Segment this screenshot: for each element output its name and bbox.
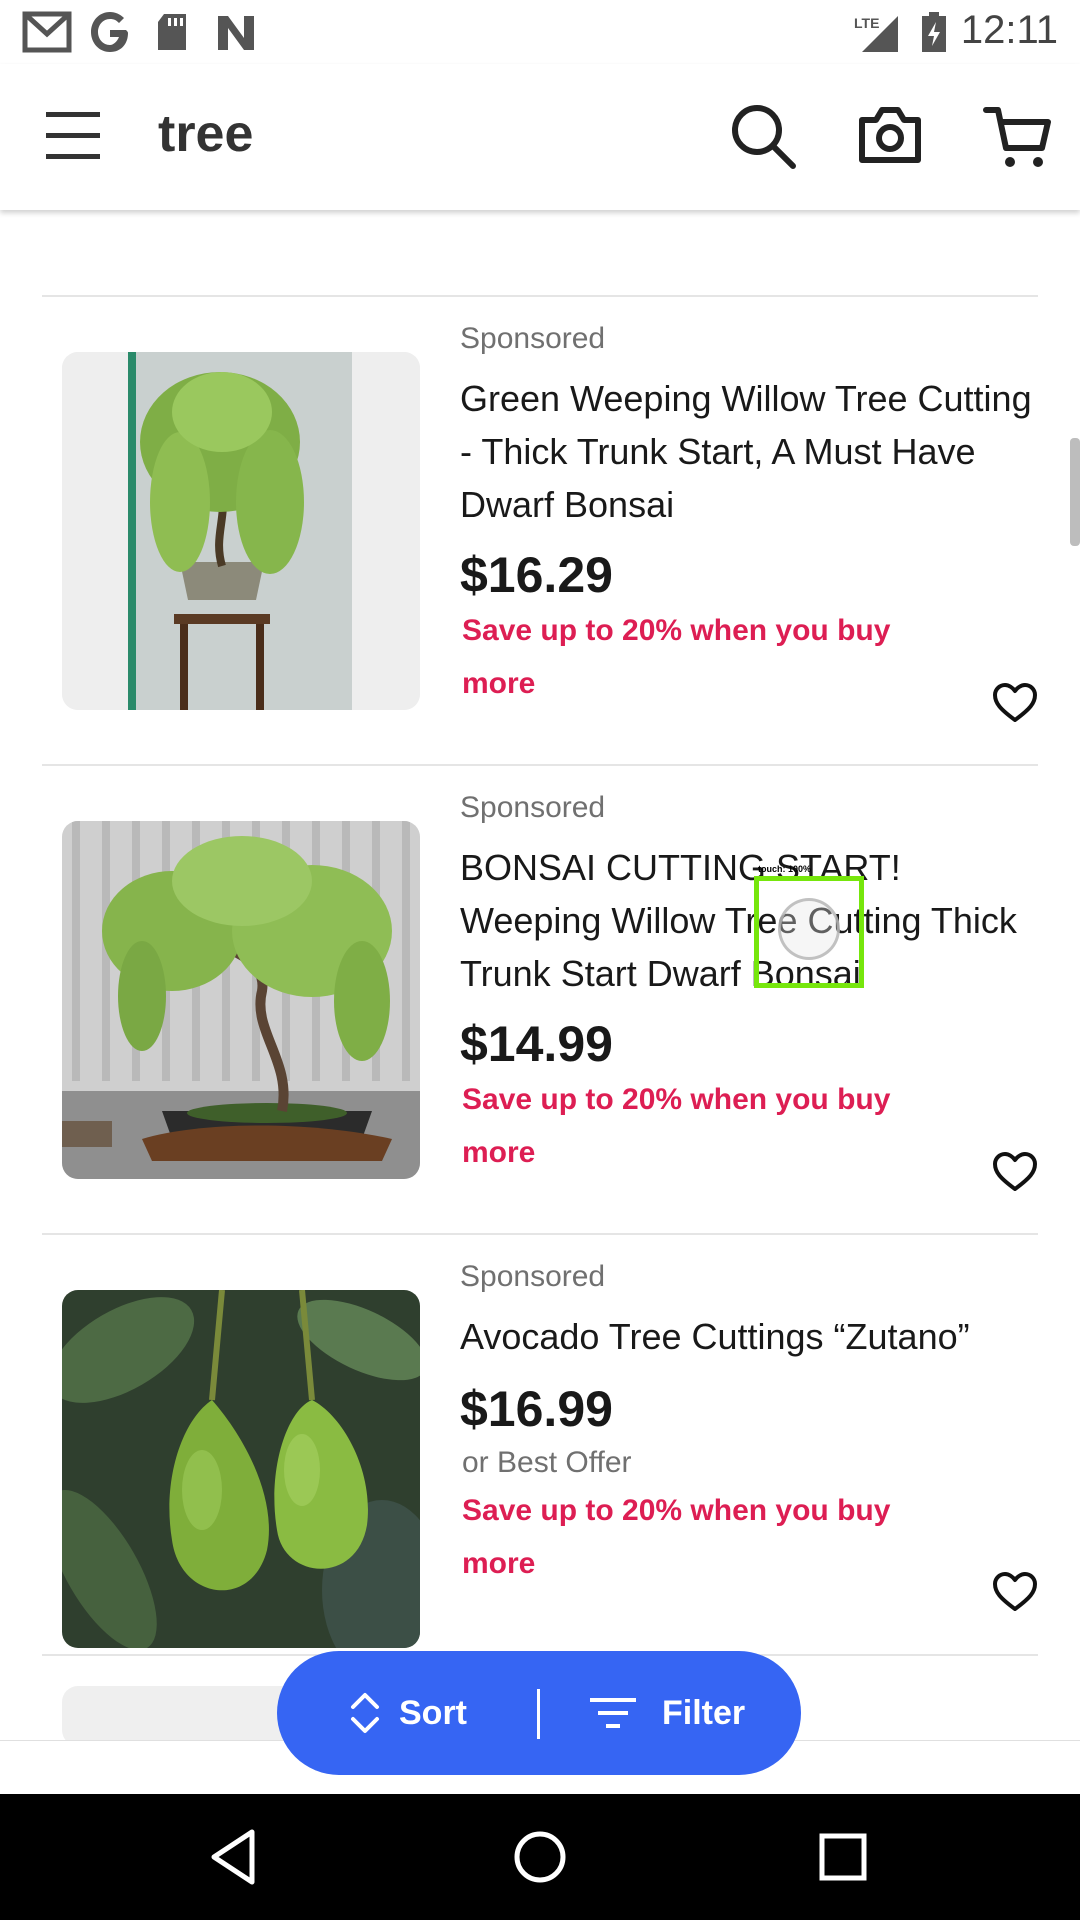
touch-indicator-label: touch: 100% xyxy=(758,864,812,874)
cart-icon[interactable] xyxy=(982,100,1054,172)
heart-icon[interactable] xyxy=(992,1151,1038,1193)
best-offer-label: or Best Offer xyxy=(462,1446,632,1479)
sd-card-icon xyxy=(158,14,186,50)
status-time: 12:11 xyxy=(960,8,1058,52)
divider xyxy=(42,764,1038,766)
back-icon[interactable] xyxy=(200,1822,270,1892)
heart-icon[interactable] xyxy=(992,682,1038,724)
promo-text: Save up to 20% when you buy more xyxy=(462,1494,891,1580)
sponsored-label: Sponsored xyxy=(460,322,606,355)
filter-button[interactable]: Filter xyxy=(590,1651,745,1775)
battery-charging-icon xyxy=(922,12,946,52)
recents-icon[interactable] xyxy=(808,1822,878,1892)
scrollbar[interactable] xyxy=(1070,438,1080,546)
system-nav-bar xyxy=(0,1794,1080,1920)
product-price: $16.99 xyxy=(460,1381,613,1437)
sponsored-label: Sponsored xyxy=(460,791,606,824)
sort-filter-bar: Sort Filter xyxy=(277,1651,801,1775)
product-image[interactable] xyxy=(62,1290,420,1648)
sort-icon xyxy=(351,1693,379,1733)
promo-text: Save up to 20% when you buy more xyxy=(462,614,891,700)
divider xyxy=(42,1233,1038,1235)
product-title[interactable]: Avocado Tree Cuttings “Zutano” xyxy=(460,1310,1050,1363)
app-bar: tree xyxy=(0,64,1080,210)
product-price: $14.99 xyxy=(460,1016,613,1072)
camera-icon[interactable] xyxy=(854,100,926,172)
product-price: $16.29 xyxy=(460,547,613,603)
filter-label: Filter xyxy=(662,1693,746,1732)
results-list[interactable]: Sponsored Green Weeping Willow Tree Cutt… xyxy=(0,210,1080,1740)
filter-icon xyxy=(590,1698,636,1728)
menu-icon[interactable] xyxy=(46,110,102,162)
gmail-icon xyxy=(22,11,72,53)
sort-label: Sort xyxy=(399,1693,467,1732)
sort-filter-separator xyxy=(537,1689,540,1739)
product-image[interactable] xyxy=(62,821,420,1179)
promo-text: Save up to 20% when you buy more xyxy=(462,1083,891,1169)
status-bar: LTE 12:11 xyxy=(0,0,1080,64)
google-icon xyxy=(91,12,128,52)
home-icon[interactable] xyxy=(505,1822,575,1892)
product-image[interactable] xyxy=(62,352,420,710)
heart-icon[interactable] xyxy=(992,1571,1038,1613)
n-icon xyxy=(218,16,254,50)
search-icon[interactable] xyxy=(727,100,799,172)
sponsored-label: Sponsored xyxy=(460,1260,606,1293)
divider xyxy=(42,295,1038,297)
sort-button[interactable]: Sort xyxy=(349,1651,467,1775)
product-title[interactable]: Green Weeping Willow Tree Cutting - Thic… xyxy=(460,372,1050,531)
search-query-text[interactable]: tree xyxy=(158,104,253,164)
lte-signal-icon: LTE xyxy=(854,15,898,52)
svg-text:LTE: LTE xyxy=(854,15,879,31)
touch-indicator-circle xyxy=(778,898,840,960)
